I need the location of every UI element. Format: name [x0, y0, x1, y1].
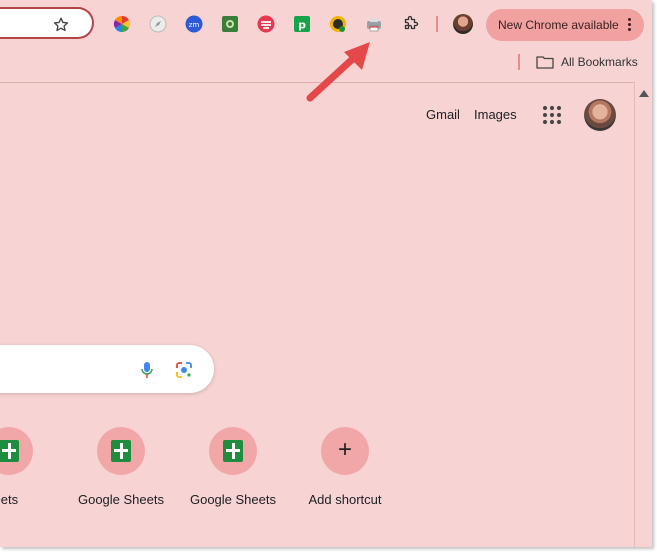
google-lens-icon[interactable]	[175, 361, 193, 379]
plus-icon: +	[337, 436, 352, 463]
update-label: New Chrome available	[498, 18, 619, 32]
zoom-icon[interactable]: zm	[185, 15, 203, 33]
puzzle-icon[interactable]	[401, 15, 419, 33]
shortcut-tile[interactable]	[0, 427, 33, 475]
image-capture-icon[interactable]	[221, 15, 239, 33]
cast-like-icon[interactable]	[257, 15, 275, 33]
svg-text:zm: zm	[189, 21, 200, 29]
toolbar-separator	[436, 16, 438, 32]
gmail-link[interactable]: Gmail	[426, 107, 460, 122]
green-p-icon[interactable]: p	[293, 15, 311, 33]
all-bookmarks-link[interactable]: All Bookmarks	[561, 55, 638, 69]
pixel-ruler-icon[interactable]	[329, 15, 347, 33]
address-bar[interactable]	[0, 7, 94, 39]
google-apps-icon[interactable]	[543, 106, 561, 124]
google-sheets-icon	[0, 440, 19, 462]
bookmarks-separator	[518, 54, 520, 70]
folder-icon	[536, 56, 554, 69]
compass-icon[interactable]	[149, 15, 167, 33]
shortcut-tile[interactable]	[97, 427, 145, 475]
account-avatar[interactable]	[584, 99, 616, 131]
new-chrome-available-button[interactable]: New Chrome available	[486, 9, 644, 41]
google-sheets-icon	[223, 440, 243, 462]
images-link[interactable]: Images	[474, 107, 517, 122]
annotation-arrow	[306, 42, 370, 102]
svg-text:p: p	[298, 19, 306, 32]
google-sheets-icon	[111, 440, 131, 462]
shortcut-label[interactable]: Google Sheets	[173, 492, 293, 507]
scroll-up-arrow-icon[interactable]	[639, 90, 649, 97]
shortcut-label[interactable]: le Sheets	[0, 492, 51, 507]
voice-search-icon[interactable]	[140, 361, 154, 379]
browser-window: zm p New Chrome available All Bookmarks …	[0, 0, 652, 547]
shortcut-tile[interactable]	[209, 427, 257, 475]
profile-avatar[interactable]	[453, 14, 473, 34]
page-scrollbar[interactable]	[634, 82, 652, 547]
color-wheel-icon[interactable]	[113, 15, 131, 33]
printer-icon[interactable]	[365, 15, 383, 33]
add-shortcut-label[interactable]: Add shortcut	[285, 492, 405, 507]
more-menu-icon[interactable]	[628, 18, 632, 32]
bookmark-star-icon[interactable]	[52, 16, 70, 34]
shortcut-label[interactable]: Google Sheets	[61, 492, 181, 507]
add-shortcut-tile[interactable]: +	[321, 427, 369, 475]
